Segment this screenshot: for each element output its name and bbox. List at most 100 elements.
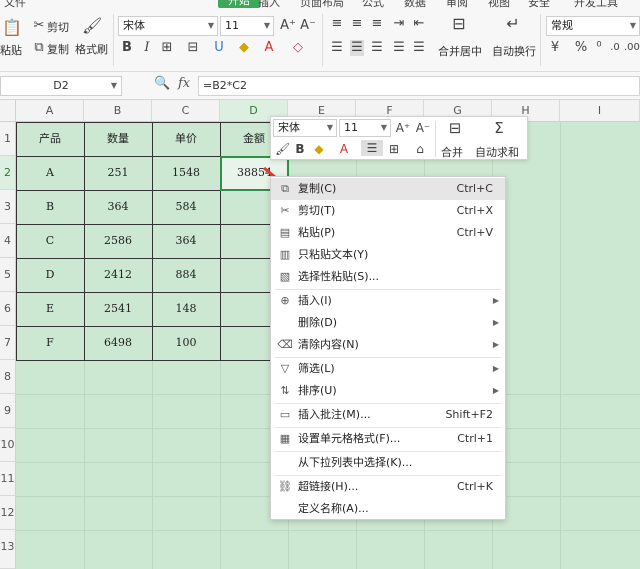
merge-center-icon[interactable]: ⊟ xyxy=(443,120,467,136)
menu-review[interactable]: 审阅 xyxy=(446,0,468,8)
fill-color-icon[interactable]: ◆ xyxy=(311,141,327,157)
row-header-2[interactable]: 2 xyxy=(0,156,16,190)
cell-c3[interactable]: 584 xyxy=(152,190,220,224)
row-header-3[interactable]: 3 xyxy=(0,190,16,224)
menu-item-paste-special[interactable]: ▧ 选择性粘贴(S)... xyxy=(271,266,505,288)
align-left-icon[interactable]: ☰ xyxy=(330,40,344,56)
row-header-12[interactable]: 12 xyxy=(0,496,16,530)
select-all-corner[interactable] xyxy=(0,100,16,122)
menu-home[interactable]: 开始 xyxy=(218,0,260,8)
menu-view[interactable]: 视图 xyxy=(488,0,510,8)
menu-insert[interactable]: 插入 xyxy=(258,0,280,8)
menu-page-layout[interactable]: 页面布局 xyxy=(300,0,344,8)
menu-item-cut[interactable]: ✂ 剪切(T) Ctrl+X xyxy=(271,200,505,222)
font-name-select[interactable]: 宋体 ▼ xyxy=(118,16,218,36)
font-grow-icon[interactable]: A⁺ xyxy=(395,120,411,136)
cell-a4[interactable]: C xyxy=(16,224,84,258)
column-header-i[interactable]: I xyxy=(560,100,640,122)
fill-color-icon[interactable]: ◆ xyxy=(236,40,252,56)
borders-icon[interactable]: ⊞ xyxy=(387,141,401,157)
menu-item-paste-text-only[interactable]: ▥ 只粘贴文本(Y) xyxy=(271,244,505,266)
menu-formula[interactable]: 公式 xyxy=(362,0,384,8)
copy-button[interactable]: 复制 xyxy=(47,41,69,57)
align-top-icon[interactable]: ≡ xyxy=(330,16,344,32)
font-color-icon[interactable]: A xyxy=(337,141,351,157)
menu-item-copy[interactable]: ⧉ 复制(C) Ctrl+C xyxy=(271,178,505,200)
cell-b4[interactable]: 2586 xyxy=(84,224,152,258)
cell-a6[interactable]: E xyxy=(16,292,84,326)
column-header-c[interactable]: C xyxy=(152,100,220,122)
menu-item-define-name[interactable]: 定义名称(A)... xyxy=(271,498,505,520)
menu-developer[interactable]: 开发工具 xyxy=(574,0,618,8)
align-center-icon[interactable]: ☰ xyxy=(361,140,383,156)
font-grow-icon[interactable]: A⁺ xyxy=(280,18,296,34)
merge-cells-icon[interactable]: ⊟ xyxy=(186,40,200,56)
menu-item-format-cells[interactable]: ▦ 设置单元格格式(F)... Ctrl+1 xyxy=(271,428,505,450)
cell-a1[interactable]: 产品 xyxy=(16,122,84,156)
cell-a2[interactable]: A xyxy=(16,156,84,190)
cell-c2[interactable]: 1548 xyxy=(152,156,220,190)
cell-b5[interactable]: 2412 xyxy=(84,258,152,292)
justify-icon[interactable]: ☰ xyxy=(392,40,406,56)
cell-c5[interactable]: 884 xyxy=(152,258,220,292)
font-color-icon[interactable]: A xyxy=(262,40,276,56)
row-header-6[interactable]: 6 xyxy=(0,292,16,326)
sum-icon[interactable]: Σ xyxy=(487,120,511,136)
indent-icon[interactable]: ⇥ xyxy=(392,16,406,32)
cell-b7[interactable]: 6498 xyxy=(84,326,152,360)
borders-icon[interactable]: ⊞ xyxy=(160,40,174,56)
clear-format-icon[interactable]: ◇ xyxy=(290,40,306,56)
align-bottom-icon[interactable]: ≡ xyxy=(370,16,384,32)
cut-button[interactable]: 剪切 xyxy=(47,19,69,35)
percent-icon[interactable]: % xyxy=(574,40,588,56)
menu-item-pick-from-list[interactable]: 从下拉列表中选择(K)... xyxy=(271,452,505,474)
increase-decimal-icon[interactable]: .0 xyxy=(608,40,622,56)
row-header-11[interactable]: 11 xyxy=(0,462,16,496)
menu-file[interactable]: 文件 xyxy=(4,0,26,8)
row-header-4[interactable]: 4 xyxy=(0,224,16,258)
clear-format-icon[interactable]: ⌂ xyxy=(413,141,427,157)
cell-c4[interactable]: 364 xyxy=(152,224,220,258)
merge-center-icon[interactable]: ⊟ xyxy=(448,16,470,32)
name-box[interactable]: D2 ▼ xyxy=(0,76,122,96)
menu-data[interactable]: 数据 xyxy=(404,0,426,8)
cell-a5[interactable]: D xyxy=(16,258,84,292)
font-shrink-icon[interactable]: A⁻ xyxy=(300,18,316,34)
scissors-icon[interactable]: ✂ xyxy=(32,18,46,34)
wrap-text-icon[interactable]: ↵ xyxy=(502,16,524,32)
merge-center-button[interactable]: 合并居中 xyxy=(438,43,482,59)
mini-autosum-button[interactable]: 自动求和 xyxy=(475,144,519,160)
menu-item-paste[interactable]: ▤ 粘贴(P) Ctrl+V xyxy=(271,222,505,244)
align-center-icon[interactable]: ☰ xyxy=(350,40,364,56)
bold-icon[interactable]: B xyxy=(293,141,307,157)
menu-item-sort[interactable]: ⇅ 排序(U) ▶ xyxy=(271,380,505,402)
cell-c1[interactable]: 单价 xyxy=(152,122,220,156)
menu-item-insert-comment[interactable]: ▭ 插入批注(M)... Shift+F2 xyxy=(271,404,505,426)
number-format-select[interactable]: 常规 ▼ xyxy=(546,16,640,36)
menu-item-clear-contents[interactable]: ⌫ 清除内容(N) ▶ xyxy=(271,334,505,356)
thousands-icon[interactable]: ⁰ xyxy=(592,40,606,56)
font-shrink-icon[interactable]: A⁻ xyxy=(415,120,431,136)
distributed-icon[interactable]: ☰ xyxy=(412,40,426,56)
cell-b1[interactable]: 数量 xyxy=(84,122,152,156)
cell-c6[interactable]: 148 xyxy=(152,292,220,326)
row-header-13[interactable]: 13 xyxy=(0,530,16,569)
cell-a3[interactable]: B xyxy=(16,190,84,224)
format-painter-button[interactable]: 格式刷 xyxy=(75,41,108,57)
cell-b3[interactable]: 364 xyxy=(84,190,152,224)
align-right-icon[interactable]: ☰ xyxy=(370,40,384,56)
menu-item-hyperlink[interactable]: ⛓ 超链接(H)... Ctrl+K xyxy=(271,476,505,498)
mini-font-size-select[interactable]: 11 ▼ xyxy=(339,119,391,137)
zoom-icon[interactable]: 🔍 xyxy=(154,76,170,91)
paste-icon[interactable]: 📋 xyxy=(2,20,22,36)
currency-icon[interactable]: ¥ xyxy=(548,40,562,56)
menu-item-filter[interactable]: ▽ 筛选(L) ▶ xyxy=(271,358,505,380)
format-painter-icon[interactable]: 🖌 xyxy=(82,18,102,34)
row-header-8[interactable]: 8 xyxy=(0,360,16,394)
cell-c7[interactable]: 100 xyxy=(152,326,220,360)
mini-merge-button[interactable]: 合并 xyxy=(441,144,463,160)
row-header-9[interactable]: 9 xyxy=(0,394,16,428)
outdent-icon[interactable]: ⇤ xyxy=(412,16,426,32)
formula-input[interactable]: =B2*C2 xyxy=(198,76,640,96)
italic-icon[interactable]: I xyxy=(140,40,154,56)
